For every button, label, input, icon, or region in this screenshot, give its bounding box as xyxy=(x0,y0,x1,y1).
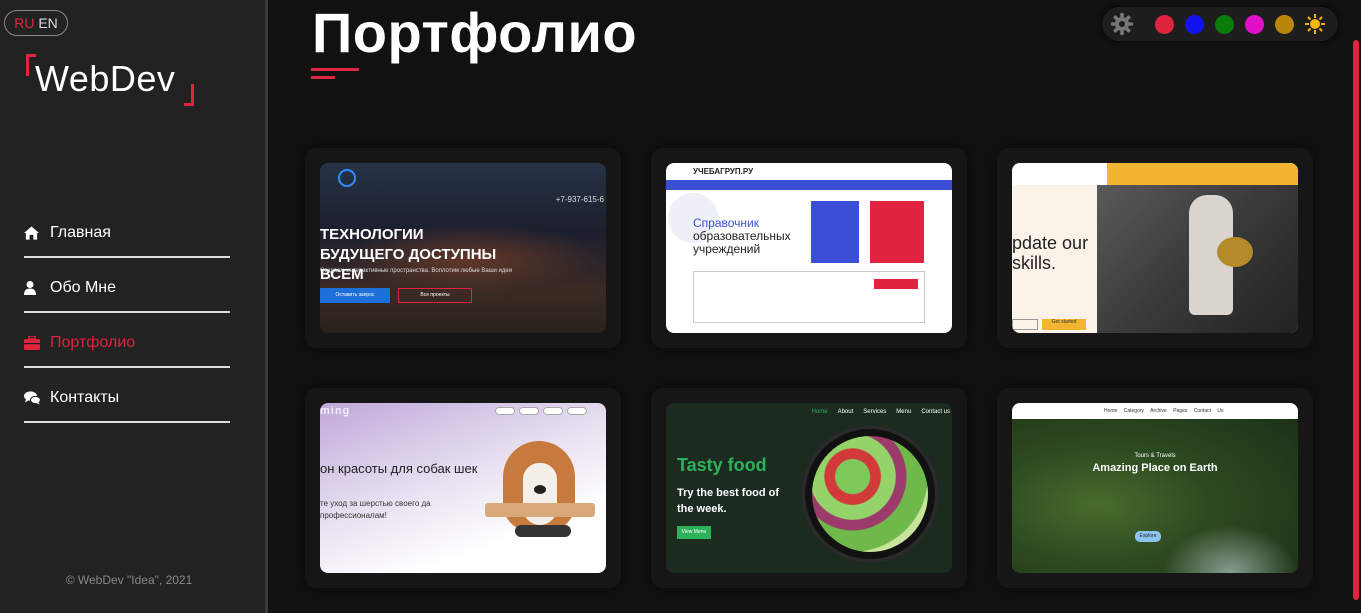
briefcase-icon xyxy=(24,335,50,350)
swatch-gold[interactable] xyxy=(1275,14,1294,34)
project-text: те уход за шерстью своего да профессиона… xyxy=(320,499,431,520)
nav-services: Services xyxy=(863,409,887,415)
project-thumbnail: ming он красоты для собак шек те уход за… xyxy=(320,403,606,573)
project-subtitle: Создаем интерактивные пространства. Вопл… xyxy=(320,268,513,274)
nav-item-about[interactable]: Обо Мне xyxy=(24,258,230,313)
project-thumbnail: Home About Services Menu Contact us Tast… xyxy=(666,403,952,573)
project-subtitle: Try the best food of the week. xyxy=(677,487,780,515)
nav-item-contacts[interactable]: Контакты xyxy=(24,368,230,423)
nav-item-label: Портфолио xyxy=(50,333,136,351)
sun-icon[interactable] xyxy=(1305,14,1325,34)
project-thumbnail: +7-937-615-6 ТЕХНОЛОГИИ БУДУЩЕГО ДОСТУПН… xyxy=(320,163,606,333)
logo-corner-bottom-right xyxy=(184,84,194,106)
lang-en[interactable]: EN xyxy=(38,15,57,31)
user-icon xyxy=(24,280,50,295)
logo-text: WebDev xyxy=(35,58,176,99)
heading-dark: образовательных учреждений xyxy=(693,229,791,256)
book-cover-red xyxy=(870,201,924,263)
nav-contact: Contact us xyxy=(921,409,950,415)
nav-item-home[interactable]: Главная xyxy=(24,203,230,258)
project-nav: Home Category Archive Pages Contact Us xyxy=(1104,408,1224,414)
project-thumbnail: pdate our skills. Get started xyxy=(1012,163,1298,333)
book-cover-blue xyxy=(811,201,859,263)
nav-item-label: Обо Мне xyxy=(50,278,117,296)
title-underline-short xyxy=(311,76,335,79)
nav-pill xyxy=(495,407,515,415)
comments-icon xyxy=(24,390,50,405)
nav-pill xyxy=(543,407,563,415)
salad xyxy=(812,436,928,552)
sidebar-edge xyxy=(265,0,268,613)
request-button: Оставить запрос xyxy=(320,288,390,303)
nav-about: About xyxy=(837,409,854,415)
home-icon xyxy=(24,225,50,240)
project-heading: pdate our skills. xyxy=(1012,233,1089,273)
scrollbar[interactable] xyxy=(1353,40,1359,600)
video-button xyxy=(1012,319,1038,330)
project-heading: Справочник образовательных учреждений xyxy=(693,217,803,256)
color-switcher xyxy=(1102,7,1338,41)
pan xyxy=(1217,237,1253,267)
wave-foam xyxy=(1162,525,1298,573)
logo[interactable]: WebDev xyxy=(26,54,194,106)
swatch-green[interactable] xyxy=(1215,14,1234,34)
brand-text: ming xyxy=(320,405,351,417)
project-heading: ТЕХНОЛОГИИ БУДУЩЕГО ДОСТУПНЫ ВСЕМ xyxy=(320,226,497,283)
nav-home: Home xyxy=(811,409,828,415)
view-menu-button: View Menu xyxy=(677,526,711,539)
nav-pill xyxy=(519,407,539,415)
project-logo: УЧЕБАГРУП.РУ xyxy=(693,167,754,176)
project-eyebrow: Tours & Travels xyxy=(1134,453,1176,459)
page-title: Портфолио xyxy=(312,1,638,64)
badge-icon xyxy=(338,169,356,187)
project-nav: Home About Services Menu Contact us xyxy=(812,409,950,415)
title-underline xyxy=(311,68,359,71)
nav-menu: Menu xyxy=(896,409,912,415)
comb xyxy=(485,503,595,517)
swatch-blue[interactable] xyxy=(1185,14,1204,34)
main-nav: Главная Обо Мне Портфолио Контакты xyxy=(24,203,230,423)
accent-bar xyxy=(1107,163,1298,185)
project-thumbnail: Home Category Archive Pages Contact Us T… xyxy=(1012,403,1298,573)
phone-number: +7-937-615-6 xyxy=(555,195,604,204)
project-thumbnail: УЧЕБАГРУП.РУ Справочник образовательных … xyxy=(666,163,952,333)
project-heading: Tasty food xyxy=(677,455,767,475)
portfolio-card-chef[interactable]: pdate our skills. Get started xyxy=(997,148,1313,348)
portfolio-card-travel[interactable]: Home Category Archive Pages Contact Us T… xyxy=(997,388,1313,588)
swatch-red[interactable] xyxy=(1155,14,1174,34)
sidebar: RU EN WebDev Главная Обо Мне Портфолио К… xyxy=(0,0,265,613)
nav-item-label: Контакты xyxy=(50,388,120,406)
nav-item-portfolio[interactable]: Портфолио xyxy=(24,313,230,368)
nav-item-label: Главная xyxy=(50,223,111,241)
search-button xyxy=(874,279,918,289)
dog-nose xyxy=(534,485,546,494)
explore-button: Explore xyxy=(1135,531,1161,542)
project-heading: он красоты для собак шек xyxy=(320,461,478,476)
get-started-button: Get started xyxy=(1042,319,1086,330)
language-switcher[interactable]: RU EN xyxy=(4,10,68,36)
all-projects-button: Все проекты xyxy=(398,288,472,303)
copyright: © WebDev "Idea", 2021 xyxy=(65,573,193,587)
gear-icon[interactable] xyxy=(1110,12,1134,36)
nav-pills xyxy=(495,407,587,415)
lang-ru[interactable]: RU xyxy=(14,15,34,31)
portfolio-card-tasty-food[interactable]: Home About Services Menu Contact us Tast… xyxy=(651,388,967,588)
nav-bar xyxy=(666,180,952,190)
portfolio-card-tech[interactable]: +7-937-615-6 ТЕХНОЛОГИИ БУДУЩЕГО ДОСТУПН… xyxy=(305,148,621,348)
kitchen-photo xyxy=(1097,185,1298,333)
portfolio-card-uchebagroup[interactable]: УЧЕБАГРУП.РУ Справочник образовательных … xyxy=(651,148,967,348)
collar xyxy=(515,525,571,537)
swatch-magenta[interactable] xyxy=(1245,14,1264,34)
search-form xyxy=(693,271,925,323)
portfolio-card-dog-grooming[interactable]: ming он красоты для собак шек те уход за… xyxy=(305,388,621,588)
nav-pill xyxy=(567,407,587,415)
project-heading: Amazing Place on Earth xyxy=(1092,462,1218,474)
